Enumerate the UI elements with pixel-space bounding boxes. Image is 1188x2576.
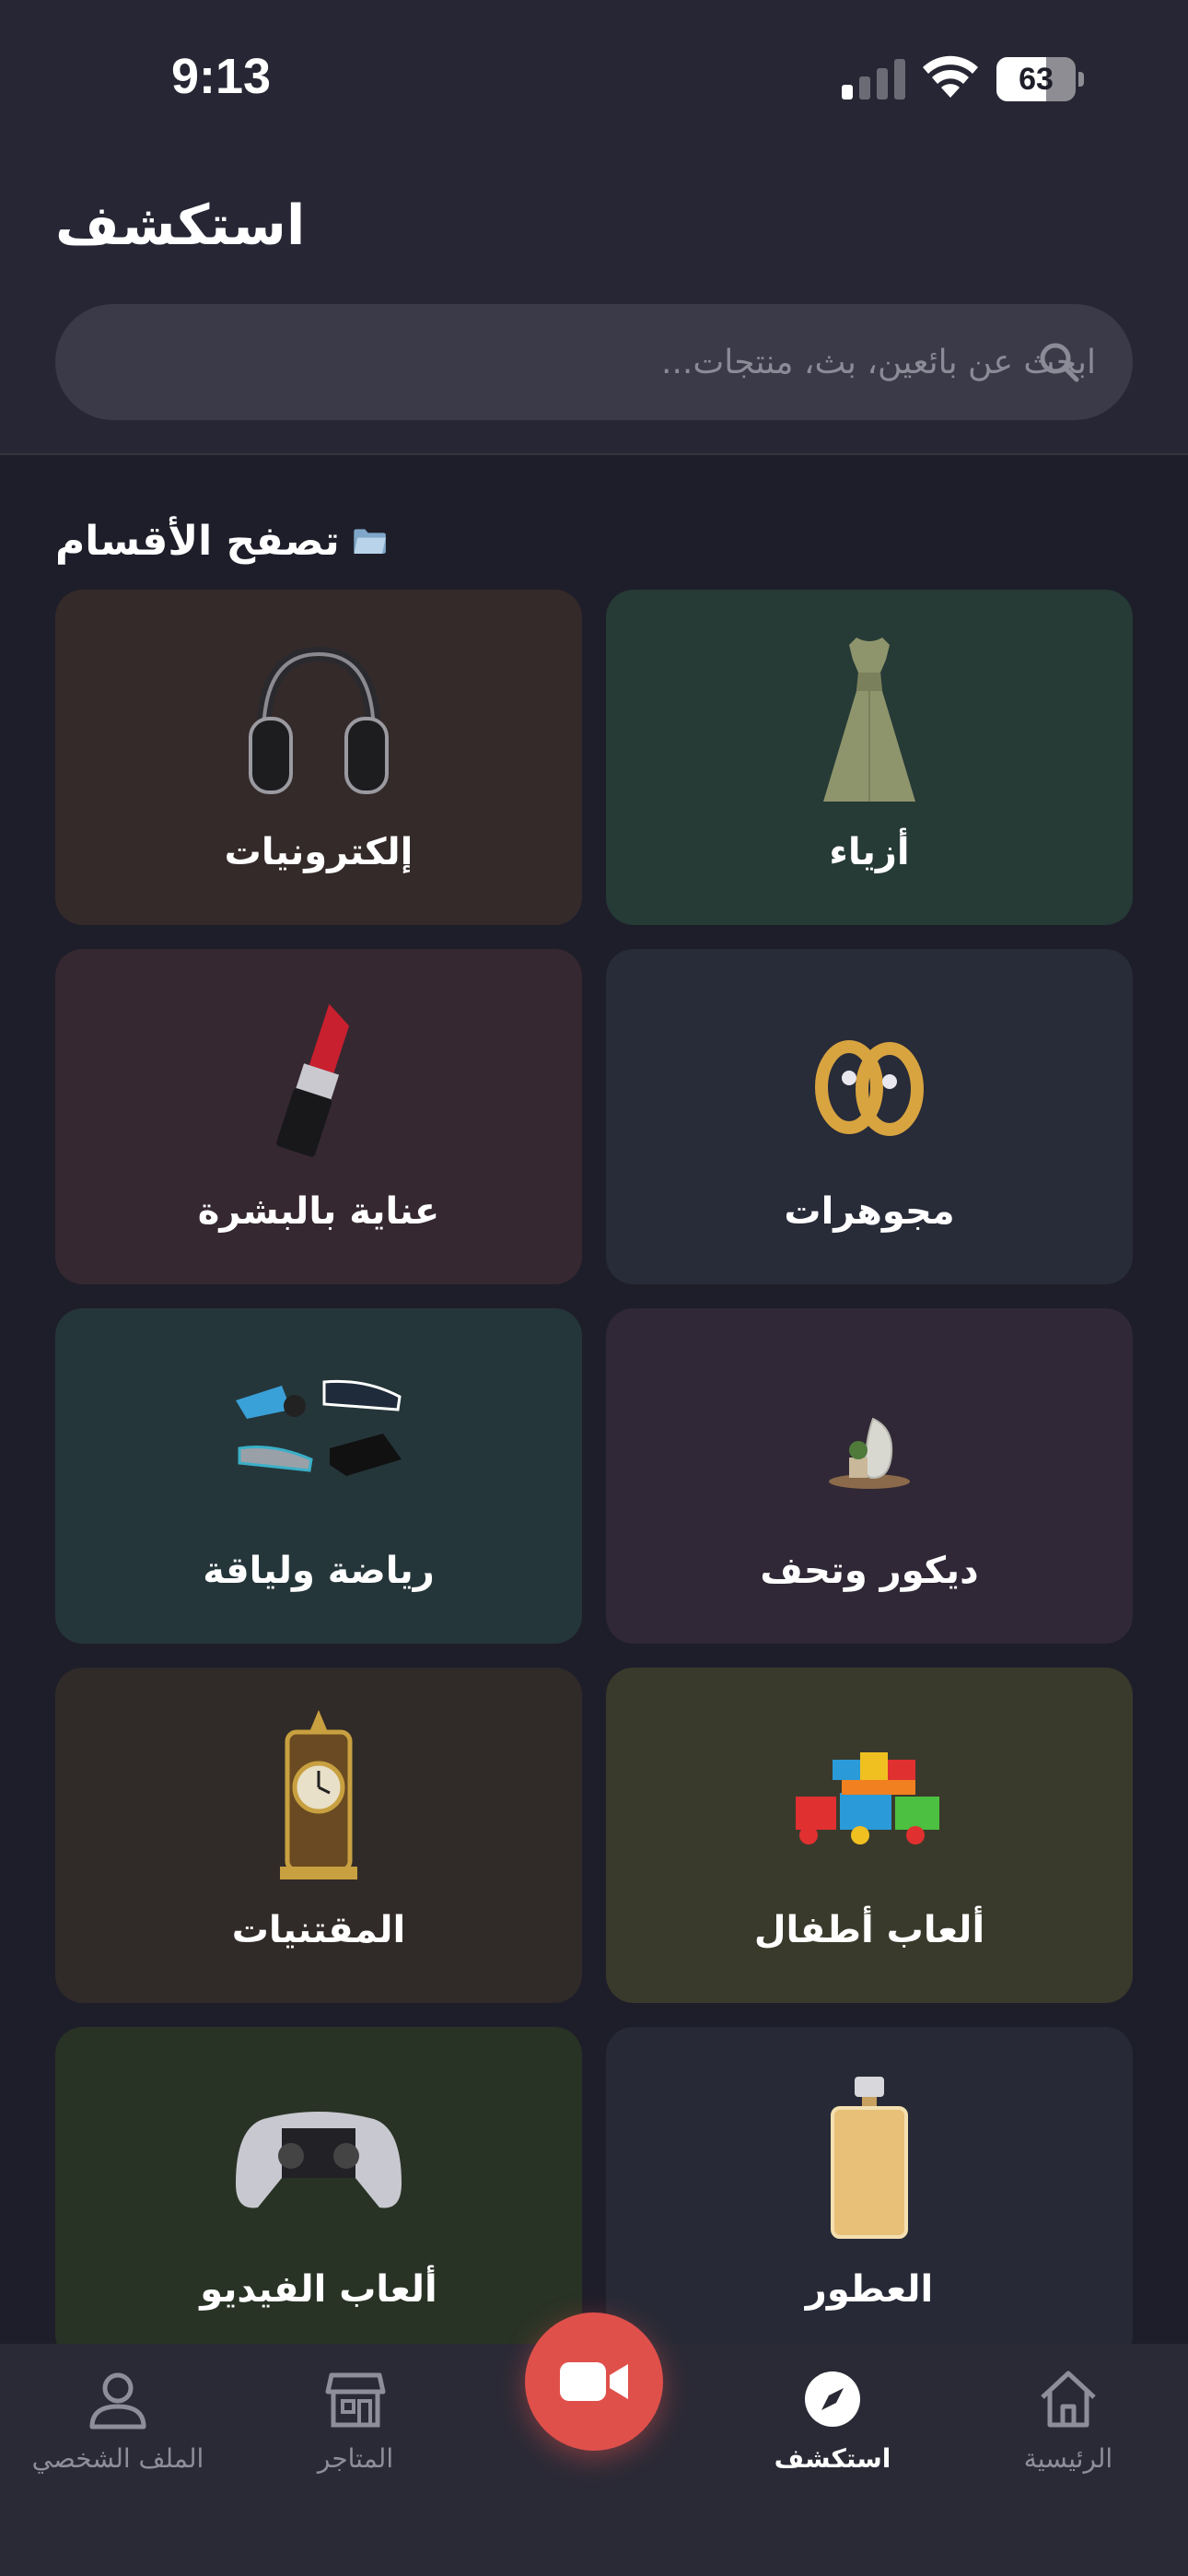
category-card-video-games[interactable]: ألعاب الفيديو <box>55 2027 582 2362</box>
store-icon <box>325 2372 386 2428</box>
category-card-jewelry[interactable]: مجوهرات <box>606 949 1133 1284</box>
category-label: المقتنيات <box>231 1909 406 1951</box>
category-label: ألعاب الفيديو <box>200 2268 437 2311</box>
compass-icon <box>805 2371 860 2427</box>
battery-percent: 63 <box>1019 62 1054 97</box>
dress-icon <box>823 638 915 802</box>
video-camera-icon <box>560 2362 628 2401</box>
antique-clock-icon <box>280 1710 357 1879</box>
home-icon <box>1041 2371 1096 2428</box>
go-live-button[interactable] <box>525 2313 663 2451</box>
decor-icon <box>829 1417 910 1489</box>
nav-label-explore: استكشف <box>774 2443 891 2474</box>
category-label: مجوهرات <box>784 1190 955 1233</box>
nav-item-home[interactable]: الرئيسية <box>958 2366 1179 2504</box>
category-card-collectibles[interactable]: المقتنيات <box>55 1668 582 2003</box>
category-label: العطور <box>805 2268 934 2311</box>
page-title: استكشف <box>55 193 306 258</box>
toy-train-icon <box>796 1752 939 1844</box>
cellular-signal-icon <box>842 59 905 100</box>
search-bar[interactable] <box>55 304 1133 420</box>
search-input[interactable] <box>166 304 1096 420</box>
headphones-icon <box>249 646 389 794</box>
nav-item-profile[interactable]: الملف الشخصي <box>7 2366 228 2504</box>
section-title: تصفح الأقسام <box>55 517 340 565</box>
category-card-sports[interactable]: رياضة ولياقة <box>55 1308 582 1644</box>
category-card-perfumes[interactable]: العطور <box>606 2027 1133 2362</box>
nav-label-profile: الملف الشخصي <box>31 2443 204 2474</box>
nav-label-home: الرئيسية <box>1023 2443 1113 2474</box>
perfume-icon <box>831 2077 908 2239</box>
search-icon <box>1040 343 1079 382</box>
category-label: عناية بالبشرة <box>197 1190 440 1233</box>
category-card-electronics[interactable]: إلكترونيات <box>55 590 582 925</box>
wifi-icon <box>923 55 978 98</box>
battery-indicator: 63 <box>996 57 1085 101</box>
gamepad-icon <box>236 2112 402 2208</box>
category-label: ديكور وتحف <box>760 1550 979 1592</box>
nav-item-stores[interactable]: المتاجر <box>245 2366 466 2504</box>
category-card-skincare[interactable]: عناية بالبشرة <box>55 949 582 1284</box>
category-label: إلكترونيات <box>224 831 413 873</box>
folder-icon <box>354 529 386 554</box>
category-label: ألعاب أطفال <box>753 1909 985 1951</box>
sneakers-icon <box>236 1379 402 1476</box>
category-card-toys[interactable]: ألعاب أطفال <box>606 1668 1133 2003</box>
category-card-decor[interactable]: ديكور وتحف <box>606 1308 1133 1644</box>
nav-item-explore[interactable]: استكشف <box>722 2366 943 2504</box>
section-header: تصفح الأقسام <box>55 509 387 573</box>
status-time: 9:13 <box>171 49 272 104</box>
status-bar: 9:13 63 <box>0 0 1188 157</box>
category-label: رياضة ولياقة <box>203 1550 435 1592</box>
user-icon <box>89 2372 146 2430</box>
nav-label-stores: المتاجر <box>317 2443 394 2474</box>
category-card-fashion[interactable]: أزياء <box>606 590 1133 925</box>
rings-icon <box>815 1040 924 1136</box>
explore-screen: 9:13 63 استكشف تصفح الأقسام <box>0 0 1188 2576</box>
lipstick-icon <box>276 1003 350 1157</box>
category-label: أزياء <box>829 831 910 873</box>
